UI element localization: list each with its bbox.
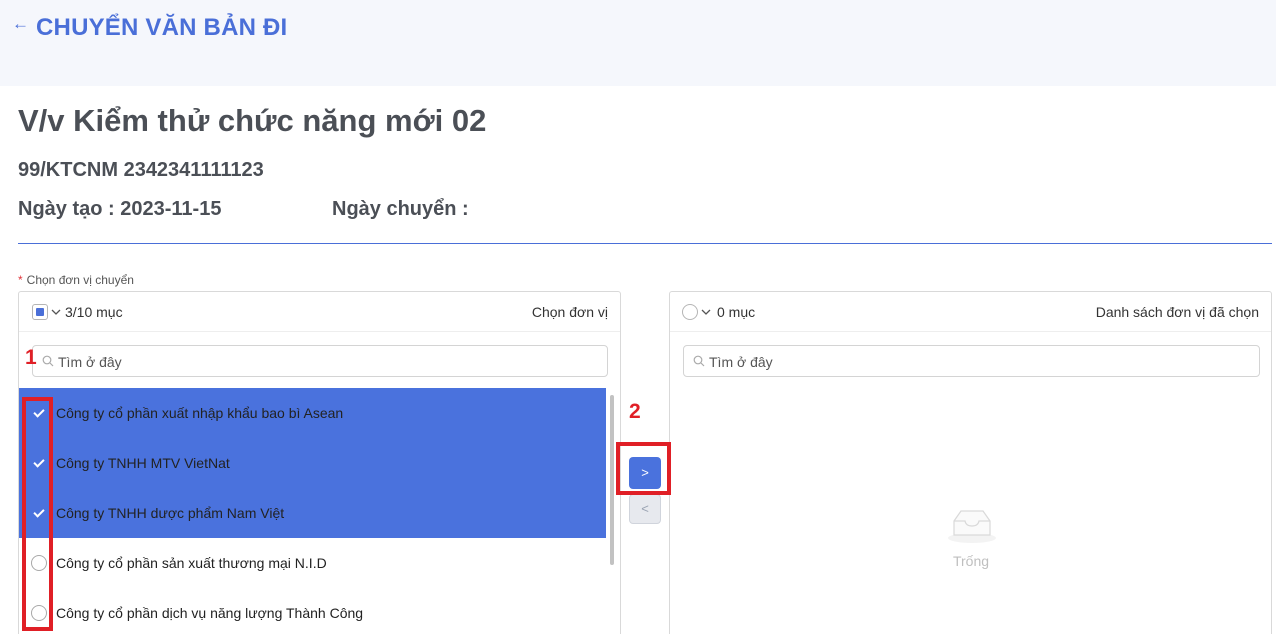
- panel-title: Danh sách đơn vị đã chọn: [1095, 304, 1259, 320]
- divider: [18, 243, 1272, 244]
- item-label: Công ty TNHH dược phẩm Nam Việt: [56, 505, 285, 521]
- annotation-box-1: [22, 397, 53, 631]
- search-icon: [693, 355, 705, 367]
- annotation-number-2: 2: [629, 400, 641, 423]
- selection-count: 0 mục: [717, 304, 756, 320]
- search-input[interactable]: [709, 352, 1249, 372]
- source-list: Công ty cổ phần xuất nhập khẩu bao bì As…: [19, 388, 606, 634]
- field-label-text: Chọn đơn vị chuyển: [26, 273, 134, 287]
- source-search[interactable]: [32, 345, 608, 377]
- item-label: Công ty cổ phần sản xuất thương mại N.I.…: [56, 555, 327, 571]
- annotation-number-1: 1: [25, 346, 37, 369]
- select-all-checkbox[interactable]: [32, 304, 48, 320]
- list-item[interactable]: Công ty cổ phần xuất nhập khẩu bao bì As…: [19, 388, 606, 438]
- panel-title: Chọn đơn vị: [531, 304, 608, 320]
- target-panel-header: 0 mục Danh sách đơn vị đã chọn: [670, 292, 1271, 332]
- source-panel: 3/10 mục Chọn đơn vị Công ty cổ phần xuấ…: [18, 291, 621, 634]
- top-bar: ← CHUYỂN VĂN BẢN ĐI: [0, 0, 1276, 86]
- document-meta: Ngày tạo : 2023-11-15 Ngày chuyển :: [18, 198, 469, 221]
- page-title: CHUYỂN VĂN BẢN ĐI: [36, 14, 288, 41]
- empty-box-icon: [948, 510, 996, 543]
- list-item[interactable]: Công ty cổ phần dịch vụ năng lượng Thành…: [19, 588, 606, 634]
- select-all-checkbox[interactable]: [682, 304, 698, 320]
- move-left-button[interactable]: <: [629, 494, 661, 524]
- chevron-down-icon[interactable]: [701, 304, 713, 320]
- chevron-down-icon[interactable]: [51, 304, 63, 320]
- annotation-box-2: [616, 442, 671, 495]
- required-mark: *: [18, 273, 23, 287]
- item-label: Công ty cổ phần xuất nhập khẩu bao bì As…: [56, 405, 344, 421]
- created-date: Ngày tạo : 2023-11-15: [18, 198, 222, 220]
- scrollbar[interactable]: [610, 395, 614, 565]
- transfer-date: Ngày chuyển :: [332, 198, 469, 220]
- item-label: Công ty cổ phần dịch vụ năng lượng Thành…: [56, 605, 364, 621]
- arrow-left-icon[interactable]: ←: [12, 14, 29, 34]
- list-item[interactable]: Công ty TNHH dược phẩm Nam Việt: [19, 488, 606, 538]
- document-title: V/v Kiểm thử chức năng mới 02: [18, 103, 487, 138]
- document-number: 99/KTCNM 2342341111123: [18, 159, 264, 181]
- source-panel-header: 3/10 mục Chọn đơn vị: [19, 292, 620, 332]
- search-input[interactable]: [58, 352, 598, 372]
- empty-text: Trống: [952, 553, 990, 569]
- search-icon: [42, 355, 54, 367]
- selection-count: 3/10 mục: [65, 304, 123, 320]
- list-item[interactable]: Công ty TNHH MTV VietNat: [19, 438, 606, 488]
- item-label: Công ty TNHH MTV VietNat: [56, 455, 230, 471]
- list-item[interactable]: Công ty cổ phần sản xuất thương mại N.I.…: [19, 538, 606, 588]
- target-search[interactable]: [683, 345, 1260, 377]
- target-panel: 0 mục Danh sách đơn vị đã chọn: [669, 291, 1272, 634]
- field-label: * Chọn đơn vị chuyển: [18, 273, 134, 287]
